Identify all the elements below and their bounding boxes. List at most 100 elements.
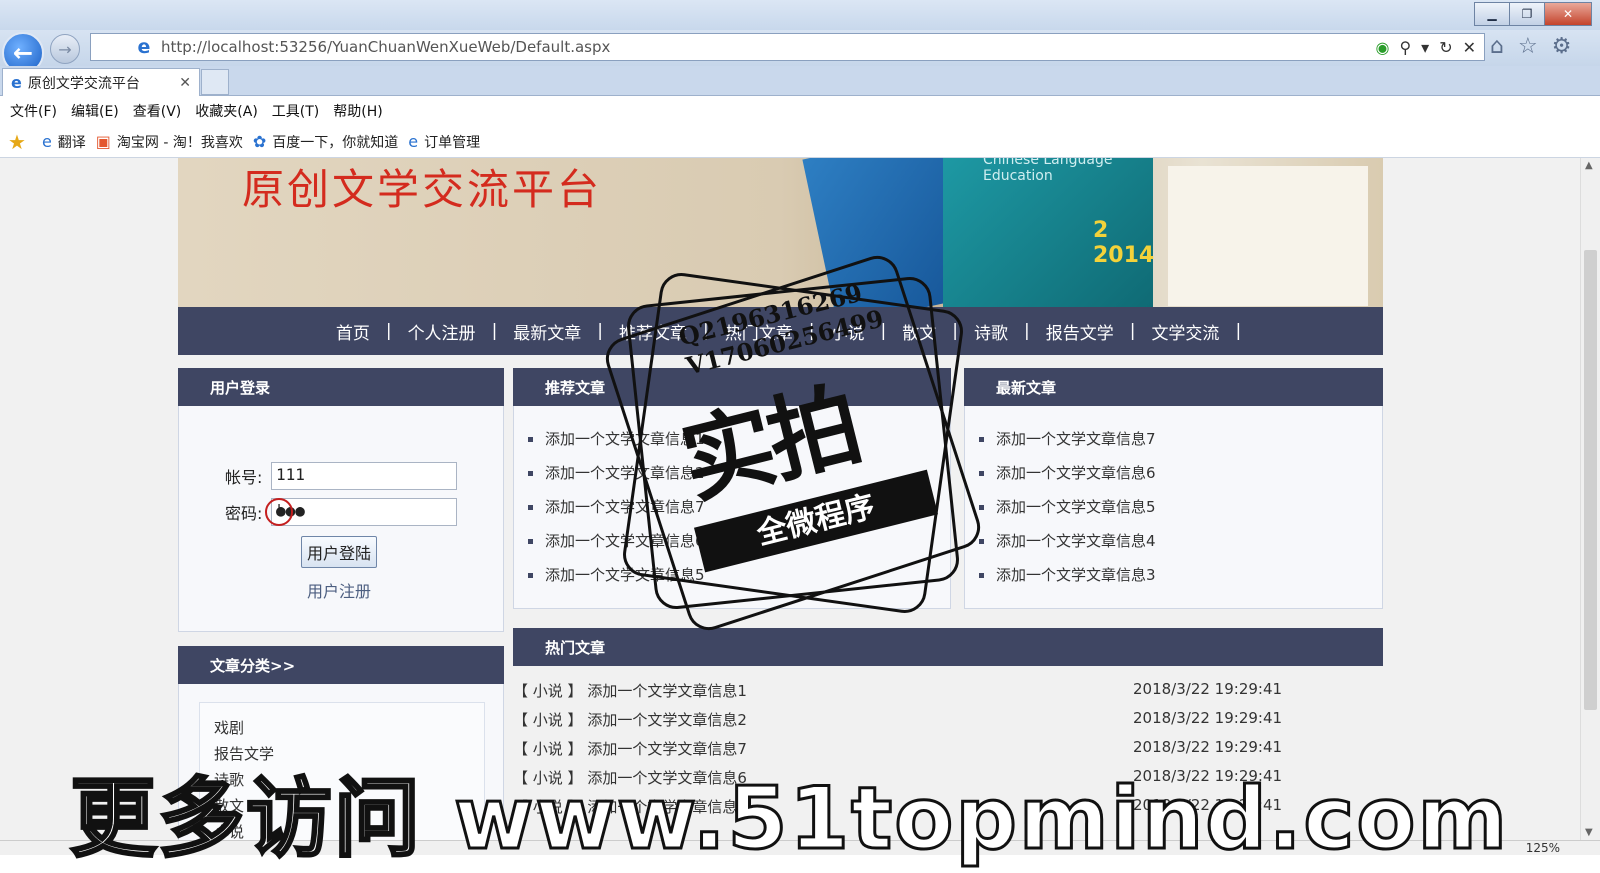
site-banner: 原创文学交流平台 Chinese Language Education 2 20… xyxy=(178,158,1383,307)
latest-panel-body: 添加一个文学文章信息7 添加一个文学文章信息6 添加一个文学文章信息5 添加一个… xyxy=(964,406,1383,609)
tab-active[interactable]: e 原创文学交流平台 ✕ xyxy=(2,68,200,96)
login-panel-title: 用户登录 xyxy=(178,368,504,406)
list-item[interactable]: 添加一个文学文章信息5 xyxy=(528,558,950,592)
bullet-icon xyxy=(528,471,533,476)
watermark-text: 更多访问 www.51topmind.com xyxy=(68,768,1510,871)
favorites-star-icon[interactable]: ★ xyxy=(8,130,32,154)
list-item[interactable]: 添加一个文学文章信息7 xyxy=(528,490,950,524)
close-window-button[interactable]: ✕ xyxy=(1544,2,1592,26)
bullet-icon xyxy=(528,505,533,510)
favorites-star-icon[interactable]: ☆ xyxy=(1518,34,1538,59)
refresh-icon[interactable]: ↻ xyxy=(1439,38,1452,57)
zoom-level[interactable]: 125% xyxy=(1526,841,1560,855)
ie-icon: e xyxy=(11,73,22,92)
recommended-panel-body: 添加一个文学文章信息1 添加一个文学文章信息2 添加一个文学文章信息7 添加一个… xyxy=(513,406,951,609)
minimize-button[interactable]: ▁ xyxy=(1474,2,1510,26)
menu-help[interactable]: 帮助(H) xyxy=(333,101,382,121)
search-icon[interactable]: ⚲ xyxy=(1399,38,1411,57)
banner-certificate-image xyxy=(1168,166,1368,306)
category-panel-title: 文章分类>> xyxy=(178,646,504,684)
recommended-panel: 推荐文章 添加一个文学文章信息1 添加一个文学文章信息2 添加一个文学文章信息7… xyxy=(513,368,951,609)
window-controls: ▁ ❐ ✕ xyxy=(1474,2,1592,26)
hot-panel-title: 热门文章 xyxy=(513,628,1383,666)
list-item[interactable]: 添加一个文学文章信息7 xyxy=(979,422,1382,456)
list-item[interactable]: 添加一个文学文章信息2 xyxy=(528,456,950,490)
list-item[interactable]: 添加一个文学文章信息1 xyxy=(528,422,950,456)
list-item[interactable]: 添加一个文学文章信息5 xyxy=(979,490,1382,524)
category-item[interactable]: 戏剧 xyxy=(214,717,244,738)
nav-latest[interactable]: 最新文章 xyxy=(513,319,581,344)
arrow-right-icon: → xyxy=(58,39,72,59)
nav-reportage[interactable]: 报告文学 xyxy=(1046,319,1114,344)
main-nav: 首页 | 个人注册 | 最新文章 | 推荐文章 | 热门文章 | 小说 | 散文 | 诗歌 | … xyxy=(178,307,1383,355)
scrollbar-thumb[interactable] xyxy=(1584,250,1597,710)
browser-toolbar-right: ⌂ ☆ ⚙ xyxy=(1490,34,1571,59)
nav-hot[interactable]: 热门文章 xyxy=(725,319,793,344)
fav-baidu[interactable]: ✿ 百度一下，你就知道 xyxy=(253,132,398,152)
address-bar-icons: ◉ ⚲ ▾ ↻ ✕ xyxy=(1375,38,1484,57)
bullet-icon xyxy=(979,573,984,578)
menu-view[interactable]: 查看(V) xyxy=(133,101,182,121)
address-bar[interactable]: e http://localhost:53256/YuanChuanWenXue… xyxy=(90,33,1485,61)
arrow-left-icon: ← xyxy=(12,39,34,67)
bullet-icon xyxy=(979,437,984,442)
login-button[interactable]: 用户登陆 xyxy=(301,536,377,568)
account-input[interactable]: 111 xyxy=(271,462,457,490)
url-text[interactable]: http://localhost:53256/YuanChuanWenXueWe… xyxy=(161,38,610,56)
text-cursor-icon: I xyxy=(265,498,293,526)
password-label: 密码: xyxy=(225,504,263,523)
table-row[interactable]: 【 小说 】 添加一个文学文章信息1 2018/3/22 19:29:41 xyxy=(513,680,1383,701)
menu-tools[interactable]: 工具(T) xyxy=(272,101,319,121)
table-row[interactable]: 【 小说 】 添加一个文学文章信息2 2018/3/22 19:29:41 xyxy=(513,709,1383,730)
list-item[interactable]: 添加一个文学文章信息6 xyxy=(528,524,950,558)
menu-edit[interactable]: 编辑(E) xyxy=(71,101,119,121)
fav-translate[interactable]: e 翻译 xyxy=(42,132,86,152)
favorites-bar: ★ e 翻译 ▣ 淘宝网 - 淘！我喜欢 ✿ 百度一下，你就知道 e 订单管理 xyxy=(0,126,1600,158)
tab-close-icon[interactable]: ✕ xyxy=(179,75,191,91)
book-number: 2 2014 xyxy=(1093,218,1155,268)
menu-file[interactable]: 文件(F) xyxy=(10,101,57,121)
nav-novel[interactable]: 小说 xyxy=(831,319,865,344)
ie-icon: e xyxy=(408,132,419,151)
book-text: Chinese Language Education xyxy=(983,158,1113,184)
ie-icon: e xyxy=(41,132,52,151)
fav-taobao[interactable]: ▣ 淘宝网 - 淘！我喜欢 xyxy=(96,132,243,152)
recommended-panel-title: 推荐文章 xyxy=(513,368,951,406)
nav-poetry[interactable]: 诗歌 xyxy=(974,319,1008,344)
nav-exchange[interactable]: 文学交流 xyxy=(1151,319,1219,344)
menu-bar: 文件(F) 编辑(E) 查看(V) 收藏夹(A) 工具(T) 帮助(H) xyxy=(0,96,1600,126)
list-item[interactable]: 添加一个文学文章信息3 xyxy=(979,558,1382,592)
password-input[interactable]: ●●● xyxy=(271,498,457,526)
page-scrollbar[interactable]: ▲ ▼ xyxy=(1580,158,1600,840)
list-item[interactable]: 添加一个文学文章信息6 xyxy=(979,456,1382,490)
bullet-icon xyxy=(979,539,984,544)
login-panel: 用户登录 帐号: 111 密码: ●●● I 用户登陆 用户注册 xyxy=(178,368,504,632)
scroll-down-icon[interactable]: ▼ xyxy=(1585,827,1593,838)
forward-button[interactable]: → xyxy=(50,34,80,64)
tab-title: 原创文学交流平台 xyxy=(27,75,140,92)
list-item[interactable]: 添加一个文学文章信息4 xyxy=(979,524,1382,558)
register-link[interactable]: 用户注册 xyxy=(307,578,371,602)
home-icon[interactable]: ⌂ xyxy=(1490,34,1504,59)
bullet-icon xyxy=(528,437,533,442)
stop-icon[interactable]: ✕ xyxy=(1463,38,1476,57)
restore-button[interactable]: ❐ xyxy=(1509,2,1545,26)
nav-prose[interactable]: 散文 xyxy=(902,319,936,344)
baidu-icon: ✿ xyxy=(252,132,267,151)
taobao-icon: ▣ xyxy=(95,132,111,151)
banner-book-image: Chinese Language Education 2 2014 xyxy=(943,158,1155,307)
site-title: 原创文学交流平台 xyxy=(242,165,603,214)
menu-favorites[interactable]: 收藏夹(A) xyxy=(195,101,258,121)
scroll-up-icon[interactable]: ▲ xyxy=(1585,160,1593,171)
latest-panel: 最新文章 添加一个文学文章信息7 添加一个文学文章信息6 添加一个文学文章信息5… xyxy=(964,368,1383,609)
nav-home[interactable]: 首页 xyxy=(336,319,370,344)
new-tab-button[interactable] xyxy=(201,69,229,95)
browser-navbar: ← → e http://localhost:53256/YuanChuanWe… xyxy=(0,30,1600,74)
window-titlebar: ▁ ❐ ✕ xyxy=(0,0,1600,30)
compatibility-icon[interactable]: ◉ xyxy=(1375,38,1389,57)
nav-register[interactable]: 个人注册 xyxy=(408,319,476,344)
nav-recommended[interactable]: 推荐文章 xyxy=(619,319,687,344)
settings-gear-icon[interactable]: ⚙ xyxy=(1552,34,1572,59)
dropdown-icon[interactable]: ▾ xyxy=(1421,38,1429,57)
fav-order-management[interactable]: e 订单管理 xyxy=(408,132,480,152)
